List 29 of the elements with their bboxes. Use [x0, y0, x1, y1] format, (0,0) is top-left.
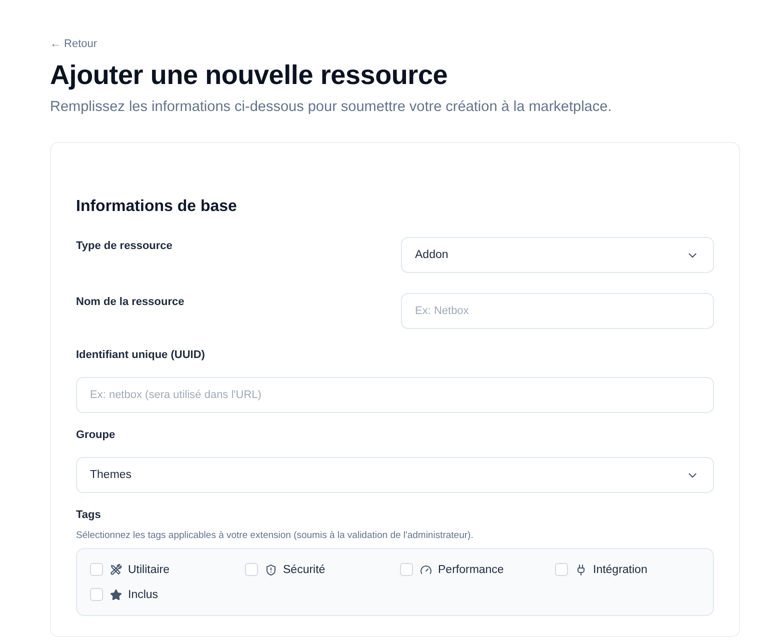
tag-label: Sécurité	[283, 564, 326, 576]
tag-label: Performance	[438, 564, 504, 576]
back-link[interactable]: ← Retour	[50, 38, 98, 50]
gauge-icon	[420, 564, 432, 576]
page-subtitle: Remplissez les informations ci-dessous pour soumettre votre création à la marketplace.	[50, 99, 613, 115]
input-field[interactable]: Ex: Netbox	[401, 293, 714, 329]
field-label: Tags	[76, 509, 102, 521]
field-label: Type de ressource	[76, 239, 174, 252]
tag-label: Intégration	[593, 564, 648, 576]
field-label: Nom de la ressource	[76, 295, 186, 308]
checkbox[interactable]	[400, 563, 413, 576]
field-hint: Sélectionnez les tags applicables à votre extension (soumis à la validation de l'administrateur).	[76, 530, 474, 541]
star-icon	[110, 588, 122, 600]
checkbox[interactable]	[90, 588, 103, 601]
page-title: Ajouter une nouvelle ressource	[50, 60, 449, 91]
field-label: Identifiant unique (UUID)	[76, 349, 206, 361]
checkbox[interactable]	[555, 563, 568, 576]
select-field[interactable]: Themes	[76, 457, 714, 493]
input-field[interactable]: Ex: netbox (sera utilisé dans l'URL)	[76, 377, 714, 413]
tag-label: Inclus	[128, 588, 158, 600]
section-title: Informations de base	[76, 198, 238, 216]
select-field[interactable]: Addon	[401, 237, 714, 273]
tools-icon	[110, 564, 122, 576]
shield-icon	[265, 564, 277, 576]
checkbox[interactable]	[245, 563, 258, 576]
tag-label: Utilitaire	[128, 564, 170, 576]
field-label: Groupe	[76, 429, 116, 441]
checkbox[interactable]	[90, 563, 103, 576]
plug-icon	[575, 564, 587, 576]
